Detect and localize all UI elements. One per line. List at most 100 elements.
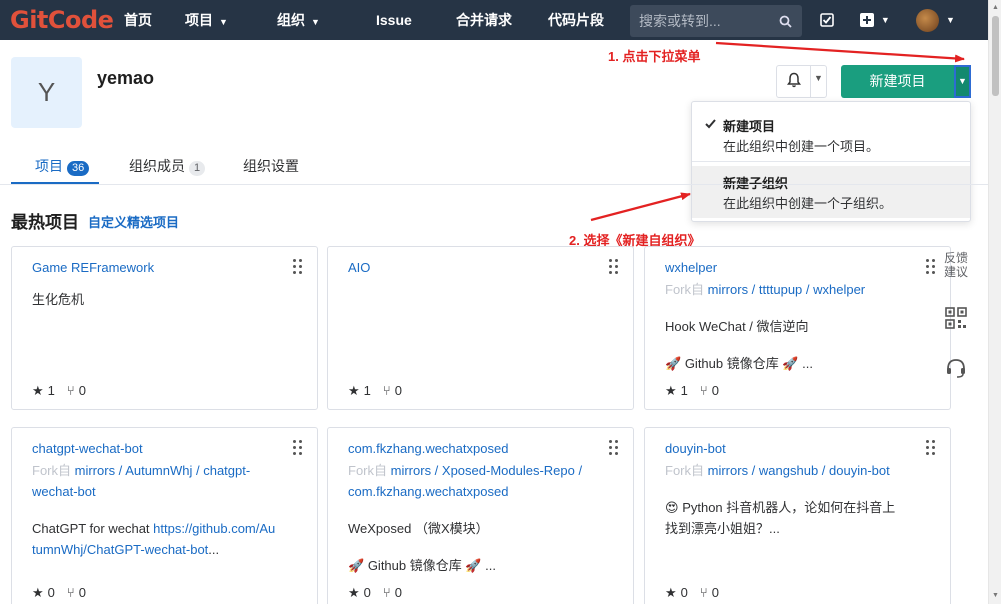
project-card[interactable]: wxhelper Fork自 mirrors / ttttupup / wxhe… [644,246,951,410]
nav-home[interactable]: 首页 [124,0,152,40]
fork-source: Fork自 mirrors / wangshub / douyin-bot [665,463,890,478]
star-icon: ★ [32,585,44,600]
project-card[interactable]: Game REFramework 生化危机 ★ 1 ⑂ 0 [11,246,318,410]
description-link[interactable]: https://github.com/Au [153,521,275,536]
project-description-cont: 找到漂亮小姐姐？... [665,521,780,536]
fork-source-link[interactable]: mirrors / Xposed-Modules-Repo / [391,463,582,478]
nav-projects[interactable]: 项目 ▼ [185,0,228,40]
count-badge: 1 [189,161,206,176]
fork-source-link[interactable]: mirrors / wangshub / douyin-bot [708,463,890,478]
project-card[interactable]: douyin-bot Fork自 mirrors / wangshub / do… [644,427,951,604]
project-card[interactable]: chatgpt-wechat-bot Fork自 mirrors / Autum… [11,427,318,604]
project-description: ChatGPT for wechat https://github.com/Au [32,521,276,536]
nav-snippets[interactable]: 代码片段 [548,0,604,40]
star-icon: ★ [665,383,677,398]
drag-handle-icon[interactable] [609,259,619,275]
new-project-dropdown-toggle[interactable]: ▼ [954,65,971,98]
project-title-link[interactable]: douyin-bot [665,441,726,456]
drag-handle-icon[interactable] [926,259,936,275]
scroll-down-arrow-icon[interactable]: ▼ [992,592,999,599]
drag-handle-icon[interactable] [926,440,936,456]
fork-source: Fork自 mirrors / Xposed-Modules-Repo / [348,463,583,478]
rocket-icon: 🚀 [665,356,682,371]
check-icon [705,117,716,132]
project-stats: ★ 0 ⑂ 0 [32,585,86,600]
project-description: WeXposed （微X模块） [348,521,489,536]
project-title-link[interactable]: AIO [348,260,370,275]
project-card[interactable]: AIO ★ 1 ⑂ 0 [327,246,634,410]
new-project-button[interactable]: 新建项目 [841,65,954,98]
customer-service-icon[interactable] [945,357,967,379]
scroll-thumb[interactable] [992,16,999,96]
group-avatar: Y [11,57,82,128]
group-name: yemao [97,68,155,88]
qr-code-icon[interactable] [945,307,967,329]
project-tagline: 🚀 Github 镜像仓库 🚀 ... [348,558,497,573]
star-icon: ★ [665,585,677,600]
create-new-icon[interactable]: ▼ [860,0,890,40]
nav-groups[interactable]: 组织 ▼ [277,0,320,40]
page-scrollbar[interactable]: ▲ ▼ [988,0,1001,604]
description-link[interactable]: tumnWhj/ChatGPT-wechat-bot [32,542,208,557]
fork-icon: ⑂ [699,585,708,600]
fork-source-link[interactable]: wechat-bot [32,484,96,499]
project-card[interactable]: com.fkzhang.wechatxposed Fork自 mirrors /… [327,427,634,604]
project-description: 😍 Python 抖音机器人，论如何在抖音上 [665,500,896,515]
star-icon: ★ [348,383,360,398]
star-icon: ★ [32,383,44,398]
chevron-down-icon[interactable]: ▼ [946,0,955,40]
dropdown-item-new-project[interactable]: 新建项目 在此组织中创建一个项目。 [692,109,970,161]
fork-source-link[interactable]: mirrors / ttttupup / wxhelper [708,282,866,297]
project-stats: ★ 1 ⑂ 0 [348,383,402,398]
tabs-divider [0,184,988,185]
project-stats: ★ 0 ⑂ 0 [348,585,402,600]
dropdown-divider [692,161,970,162]
tab-projects[interactable]: 项目 36 [35,156,90,192]
fork-icon: ⑂ [699,383,708,398]
fork-source-link[interactable]: mirrors / AutumnWhj / chatgpt- [75,463,251,478]
drag-handle-icon[interactable] [293,440,303,456]
project-stats: ★ 1 ⑂ 0 [32,383,86,398]
project-title-link[interactable]: Game REFramework [32,260,154,275]
new-dropdown-menu: 新建项目 在此组织中创建一个项目。 新建子组织 在此组织中创建一个子组织。 [691,101,971,222]
notification-button[interactable]: ▼ [776,65,827,98]
feedback-button[interactable]: 反馈 建议 [936,251,976,279]
project-title-link[interactable]: wxhelper [665,260,717,275]
chevron-down-icon: ▼ [219,17,228,27]
drag-handle-icon[interactable] [293,259,303,275]
customize-featured-link[interactable]: 自定义精选项目 [88,212,179,231]
chevron-down-icon[interactable]: ▼ [814,73,823,83]
project-description: 生化危机 [32,292,85,307]
todo-icon[interactable] [820,0,834,40]
project-tagline: 🚀 Github 镜像仓库 🚀 ... [665,356,814,371]
fork-icon: ⑂ [382,585,391,600]
rocket-icon: 🚀 [465,558,482,573]
gitcode-logo[interactable]: GitCode [10,6,114,34]
tab-members[interactable]: 组织成员 1 [129,156,206,192]
fork-icon: ⑂ [382,383,391,398]
nav-issue[interactable]: Issue [376,0,412,40]
chevron-down-icon: ▼ [311,17,320,27]
project-description: Hook WeChat / 微信逆向 [665,319,809,334]
fork-source: Fork自 mirrors / AutumnWhj / chatgpt- [32,463,251,478]
fork-icon: ⑂ [66,383,75,398]
star-icon: ★ [348,585,360,600]
search-icon [779,5,792,39]
project-stats: ★ 1 ⑂ 0 [665,383,719,398]
user-avatar[interactable] [916,9,939,32]
project-stats: ★ 0 ⑂ 0 [665,585,719,600]
rocket-icon: 🚀 [348,558,365,573]
project-title-link[interactable]: chatgpt-wechat-bot [32,441,143,456]
drag-handle-icon[interactable] [609,440,619,456]
tab-settings[interactable]: 组织设置 [243,156,299,192]
fork-source-cont: wechat-bot [32,481,96,502]
search-input[interactable]: 搜索或转到... [630,5,802,37]
annotation-step1: 1. 点击下拉菜单 [608,49,701,64]
scroll-up-arrow-icon[interactable]: ▲ [992,4,999,11]
divider [810,66,811,97]
project-title-link[interactable]: com.fkzhang.wechatxposed [348,441,508,456]
heart-eyes-emoji-icon: 😍 [665,500,679,515]
nav-merge-requests[interactable]: 合并请求 [456,0,512,40]
fork-source-link[interactable]: com.fkzhang.wechatxposed [348,484,508,499]
dropdown-item-new-subgroup[interactable]: 新建子组织 在此组织中创建一个子组织。 [692,166,970,218]
